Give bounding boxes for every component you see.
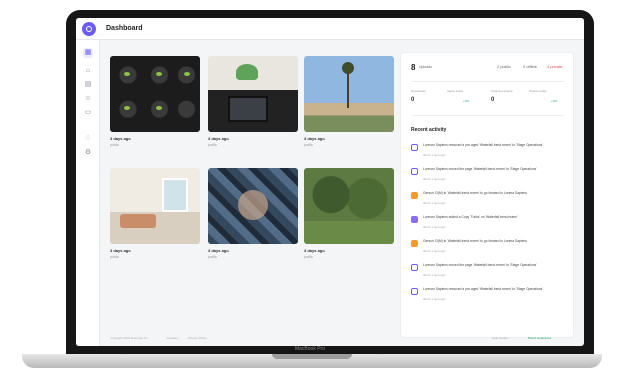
- activity-time: about 1 hour ago: [423, 201, 446, 205]
- media-visibility: public: [304, 255, 314, 259]
- activity-text: Gerson Cl(M) in 'Waterfall trend.rearm' …: [423, 191, 527, 195]
- footer: Copyright 2024 Example Inc Company Priva…: [100, 332, 584, 346]
- footer-link[interactable]: Company: [166, 336, 179, 340]
- stats-panel: 8 Uploads 2 public 0 offline 4 private D…: [400, 52, 574, 338]
- media-caption: 3 days ago: [208, 248, 229, 253]
- stat-offline: 0 offline: [523, 64, 537, 69]
- footer-link[interactable]: Brand Guidelines: [528, 336, 551, 340]
- media-thumbnail[interactable]: [208, 56, 298, 132]
- document-icon[interactable]: ▭: [83, 108, 93, 118]
- monitor-shape: [228, 96, 268, 122]
- media-caption: 3 days ago: [110, 248, 131, 253]
- sprout-shape: [124, 106, 130, 110]
- media-caption: 3 days ago: [110, 136, 131, 141]
- media-visibility: public: [304, 143, 314, 147]
- tag-icon: [411, 192, 418, 199]
- topbar: Dashboard: [76, 18, 584, 40]
- activity-time: about 1 hour ago: [423, 225, 446, 229]
- window-shape: [162, 178, 188, 212]
- mini-value: 0: [411, 97, 415, 103]
- media-caption: 3 days ago: [208, 136, 229, 141]
- recent-activity-title: Recent activity: [411, 127, 447, 133]
- media-visibility: public: [110, 143, 120, 147]
- gear-icon[interactable]: ⚙: [83, 148, 93, 158]
- home-icon[interactable]: ⌂: [83, 66, 93, 76]
- device-label: MacBook Pro: [294, 346, 325, 352]
- footer-copyright: Copyright 2024 Example Inc: [110, 336, 148, 340]
- media-thumbnail[interactable]: [208, 168, 298, 244]
- upload-count-label: Uploads: [419, 65, 432, 69]
- sidebar: ▦ ⌂ ▤ ☺ ▭ ♢ ⚙: [76, 40, 100, 346]
- laptop-mockup: MacBook Pro Dashboard ▦ ⌂ ▤ ☺ ▭ ♢ ⚙ 3 da…: [0, 0, 620, 374]
- activity-text: Lorenzo Sapiens removed a pre-aged 'Wate…: [423, 287, 543, 291]
- media-caption: 3 days ago: [304, 248, 325, 253]
- face-shape: [238, 190, 268, 220]
- sprout-shape: [156, 72, 162, 76]
- media-thumbnail[interactable]: [110, 168, 200, 244]
- activity-text: Gerson Cl(M) in 'Waterfall trend.rearm' …: [423, 239, 527, 243]
- media-card[interactable]: 3 days ago public: [110, 168, 200, 259]
- footer-link[interactable]: Help Center: [492, 336, 508, 340]
- activity-time: about 1 hour ago: [423, 297, 446, 301]
- sprout-shape: [124, 72, 130, 76]
- mini-tag: +0%: [551, 99, 558, 103]
- mini-value: 0: [491, 97, 495, 103]
- mini-label: Views today: [447, 89, 464, 93]
- media-caption: 3 days ago: [304, 136, 325, 141]
- people-icon[interactable]: ☺: [83, 94, 93, 104]
- activity-text: Lorenzo Sapiens moved the page 'Waterfal…: [423, 167, 537, 171]
- laptop-notch: [272, 354, 352, 359]
- sofa-shape: [120, 214, 156, 228]
- activity-text: Lorenzo Sapiens moved the page 'Waterfal…: [423, 263, 537, 267]
- mini-tag: +0%: [463, 99, 470, 103]
- grid-icon[interactable]: ▦: [83, 48, 93, 58]
- activity-time: about 1 hour ago: [423, 177, 446, 181]
- activity-text: Lorenzo Sapiens removed a pre-aged 'Wate…: [423, 143, 543, 147]
- media-thumbnail[interactable]: [110, 56, 200, 132]
- tag-icon: [411, 240, 418, 247]
- upload-count: 8: [411, 63, 416, 72]
- document-icon: [411, 168, 418, 175]
- stat-public: 2 public: [497, 64, 511, 69]
- media-thumbnail[interactable]: [304, 56, 394, 132]
- sprout-shape: [184, 72, 190, 76]
- mini-label: Shares today: [529, 89, 547, 93]
- activity-time: about 1 hour ago: [423, 153, 446, 157]
- bell-icon[interactable]: ♢: [83, 134, 93, 144]
- app-screen: Dashboard ▦ ⌂ ▤ ☺ ▭ ♢ ⚙ 3 days ago publi…: [76, 18, 584, 346]
- activity-time: about 1 hour ago: [423, 273, 446, 277]
- sprout-shape: [156, 106, 162, 110]
- media-card[interactable]: 3 days ago public: [208, 168, 298, 259]
- media-thumbnail[interactable]: [304, 168, 394, 244]
- stat-private: 4 private: [547, 64, 563, 69]
- media-visibility: public: [208, 255, 218, 259]
- divider: [411, 115, 565, 116]
- mini-label: Downloads: [411, 89, 426, 93]
- media-visibility: public: [208, 143, 218, 147]
- media-card[interactable]: 3 days ago public: [304, 56, 394, 147]
- document-icon: [411, 144, 418, 151]
- document-icon: [411, 264, 418, 271]
- mini-label: Total Comments: [491, 89, 513, 93]
- app-logo-icon[interactable]: [82, 22, 96, 36]
- activity-text: Lorenzo Sapiens added a Copy 'Tricks' on…: [423, 215, 518, 219]
- footer-link[interactable]: Privacy Policy: [188, 336, 207, 340]
- activity-time: about 1 hour ago: [423, 249, 446, 253]
- media-visibility: public: [110, 255, 120, 259]
- calendar-icon[interactable]: ▤: [83, 80, 93, 90]
- palm-trunk: [347, 72, 349, 108]
- media-card[interactable]: 3 days ago public: [208, 56, 298, 147]
- media-card[interactable]: 3 days ago public: [110, 56, 200, 147]
- divider: [411, 81, 565, 82]
- document-icon: [411, 288, 418, 295]
- media-card[interactable]: 3 days ago public: [304, 168, 394, 259]
- plant-shape: [236, 64, 258, 80]
- page-title: Dashboard: [106, 25, 143, 32]
- comment-icon: [411, 216, 418, 223]
